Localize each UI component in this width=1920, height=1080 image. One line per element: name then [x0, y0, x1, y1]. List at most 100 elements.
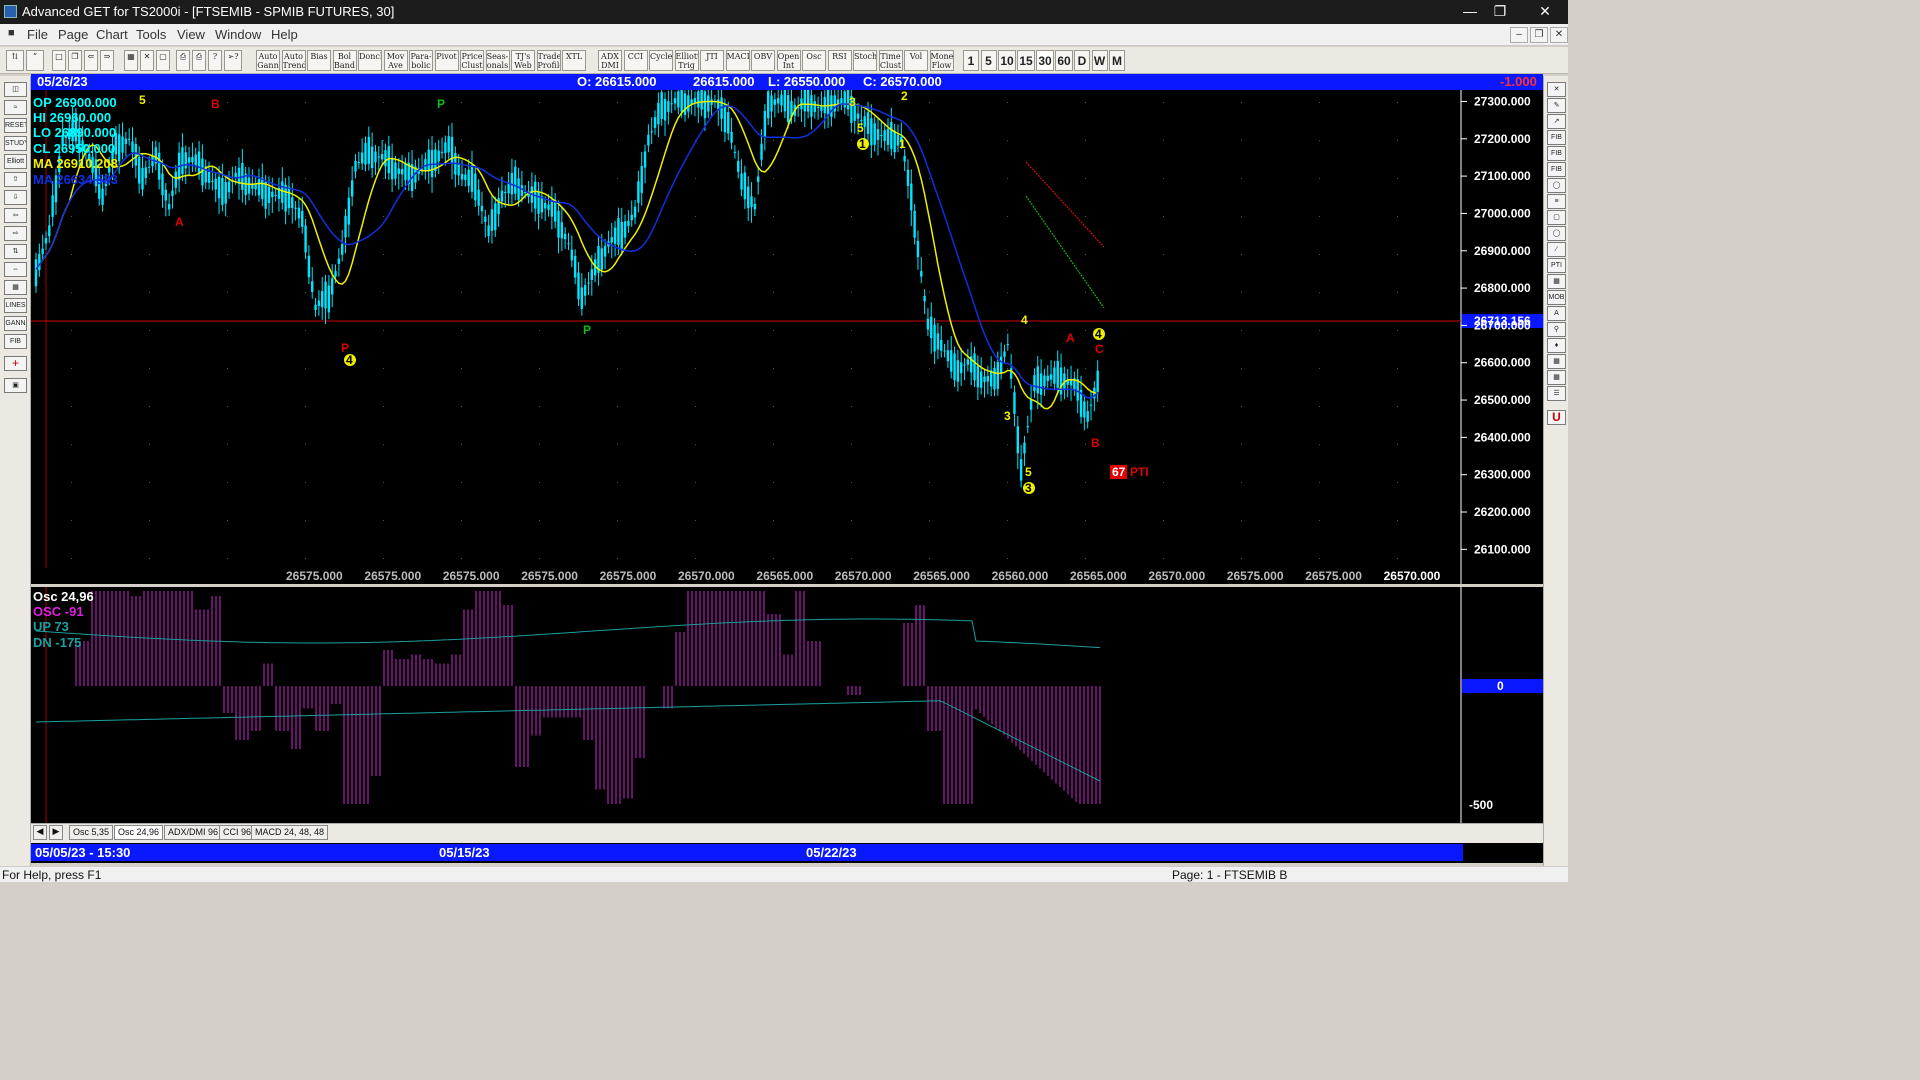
tab-adx-dmi[interactable]: ADX/DMI 96	[164, 825, 223, 840]
trendline-icon[interactable]: ↗	[1547, 114, 1566, 129]
tab-osc-5-35[interactable]: Osc 5,35	[69, 825, 114, 840]
list-icon[interactable]: ☰	[1547, 386, 1566, 401]
fib-ret-icon[interactable]: FIB	[1547, 130, 1566, 145]
camera-icon[interactable]: ▣	[4, 378, 27, 393]
interval-button-15[interactable]: 15	[1017, 50, 1035, 71]
minimize-button[interactable]: —	[1455, 0, 1485, 22]
interval-button-M[interactable]: M	[1109, 50, 1125, 71]
menu-page[interactable]: Page	[58, 27, 88, 42]
tool-button-18[interactable]: MACD	[725, 50, 750, 71]
tool-button-15[interactable]: Cycles	[649, 50, 673, 71]
scale-icon[interactable]: ⇅	[4, 244, 27, 259]
study-icon[interactable]: STUDY	[4, 136, 27, 151]
menu-chart[interactable]: Chart	[96, 27, 128, 42]
grid-tool-right-icon[interactable]: ▦	[1547, 274, 1566, 289]
pti-icon[interactable]: PTI	[1547, 258, 1566, 273]
context-help-icon[interactable]: ➢?	[224, 50, 242, 71]
tool-button-4[interactable]: Donch	[358, 50, 382, 71]
menu-help[interactable]: Help	[271, 27, 298, 42]
tool-button-20[interactable]: Open Int	[776, 50, 801, 71]
tool-button-16[interactable]: Elliott Trig	[674, 50, 699, 71]
close-button[interactable]: ✕	[1525, 0, 1565, 22]
reset-icon[interactable]: RESET	[4, 118, 27, 133]
delete-icon[interactable]: ✕	[140, 50, 154, 71]
fib-time-icon[interactable]: FIB	[1547, 162, 1566, 177]
tool-button-11[interactable]: Trade Profile	[536, 50, 561, 71]
left-arrow-icon[interactable]: ⇦	[4, 208, 27, 223]
menu-view[interactable]: View	[177, 27, 205, 42]
right-arrow-icon[interactable]: ⇨	[4, 226, 27, 241]
help-icon[interactable]: ?	[208, 50, 222, 71]
mob-icon[interactable]: MOB	[1547, 290, 1566, 305]
tab-next-icon[interactable]: ▶	[49, 825, 63, 840]
new-page-icon[interactable]: □	[52, 50, 66, 71]
grid-icon[interactable]: ▦	[124, 50, 138, 71]
tool-button-9[interactable]: Seas-onals	[485, 50, 510, 71]
tab-osc-24-96[interactable]: Osc 24,96	[114, 825, 164, 840]
oscillator-pane[interactable]: 0 -500 Osc 24,96 OSC -91 UP 73 DN -175	[31, 587, 1543, 823]
crosshair-icon[interactable]: +	[4, 356, 27, 371]
scroll-right-icon[interactable]: ⇒	[100, 50, 114, 71]
interval-button-W[interactable]: W	[1091, 50, 1108, 71]
interval-button-1[interactable]: 1	[963, 50, 979, 71]
gann-fan-icon[interactable]: GANN	[4, 316, 27, 331]
grid-tool-icon[interactable]: ▦	[4, 280, 27, 295]
tool-button-2[interactable]: Bias	[307, 50, 331, 71]
print-icon[interactable]: ⎙	[176, 50, 190, 71]
table-icon[interactable]: ▦	[1547, 354, 1566, 369]
tab-cci[interactable]: CCI 96	[219, 825, 256, 840]
lines-icon[interactable]: LINES	[4, 298, 27, 313]
quote-icon[interactable]: ”	[26, 50, 44, 71]
maximize-button[interactable]: ❐	[1485, 0, 1515, 22]
mdi-minimize-button[interactable]: –	[1510, 27, 1528, 43]
menu-tools[interactable]: Tools	[136, 27, 166, 42]
interval-button-D[interactable]: D	[1074, 50, 1090, 71]
compress-icon[interactable]: ⇔	[4, 262, 27, 277]
tool-button-13[interactable]: ADX DMI	[598, 50, 622, 71]
zoom-tool-icon[interactable]: ⚲	[1547, 322, 1566, 337]
tool-button-21[interactable]: Osc	[802, 50, 826, 71]
tool-button-14[interactable]: CCI	[623, 50, 648, 71]
tool-button-24[interactable]: Time Clust	[878, 50, 903, 71]
tool-button-1[interactable]: Auto Trend	[281, 50, 306, 71]
mdi-restore-button[interactable]: ❐	[1530, 27, 1548, 43]
cycle-icon[interactable]: ◯	[1547, 178, 1566, 193]
up-arrow-icon[interactable]: ⇧	[4, 172, 27, 187]
mdi-close-button[interactable]: ✕	[1550, 27, 1568, 43]
tool-button-19[interactable]: OBV	[751, 50, 775, 71]
print-preview-icon[interactable]: ⎙	[192, 50, 206, 71]
menu-window[interactable]: Window	[215, 27, 261, 42]
channel-icon[interactable]: ≡	[1547, 194, 1566, 209]
fib-icon[interactable]: FIB	[4, 334, 27, 349]
open-icon[interactable]: ◫	[4, 82, 27, 97]
lines-tool-icon[interactable]: ∕	[1547, 242, 1566, 257]
box-icon[interactable]: ▢	[1547, 210, 1566, 225]
tool-button-7[interactable]: Pivot	[434, 50, 459, 71]
tool-button-12[interactable]: XTL	[562, 50, 586, 71]
tab-macd[interactable]: MACD 24, 48, 48	[251, 825, 329, 840]
copy-icon[interactable]: ❐	[68, 50, 82, 71]
tool-button-23[interactable]: Stoch	[853, 50, 877, 71]
interval-button-5[interactable]: 5	[980, 50, 997, 71]
gann-icon[interactable]: ≈	[4, 100, 27, 115]
tool-button-17[interactable]: JTI	[700, 50, 724, 71]
interval-button-30[interactable]: 30	[1036, 50, 1054, 71]
text-tool-icon[interactable]: A	[1547, 306, 1566, 321]
tab-prev-icon[interactable]: ◀	[33, 825, 47, 840]
tool-button-25[interactable]: Vol	[904, 50, 928, 71]
pointer-icon[interactable]: ⇅	[6, 50, 24, 71]
interval-button-60[interactable]: 60	[1055, 50, 1073, 71]
calc-icon[interactable]: ▦	[1547, 370, 1566, 385]
fib-ext-icon[interactable]: FIB	[1547, 146, 1566, 161]
tool-button-26[interactable]: Money Flow	[929, 50, 954, 71]
tool-button-3[interactable]: Bol Band	[332, 50, 357, 71]
ellipse-icon[interactable]: ◯	[1547, 226, 1566, 241]
close-tool-icon[interactable]: ✕	[1547, 82, 1566, 97]
interval-button-10[interactable]: 10	[998, 50, 1016, 71]
tool-button-10[interactable]: TJ's Web	[511, 50, 535, 71]
elliott-icon[interactable]: Elliott	[4, 154, 27, 169]
price-chart[interactable]: 5BPAP4P352114353A4CB 27300.000 27200.000 2…	[31, 70, 1543, 584]
scroll-left-icon[interactable]: ⇐	[84, 50, 98, 71]
tool-button-5[interactable]: Mov Ave	[383, 50, 408, 71]
pencil-icon[interactable]: ✎	[1547, 98, 1566, 113]
